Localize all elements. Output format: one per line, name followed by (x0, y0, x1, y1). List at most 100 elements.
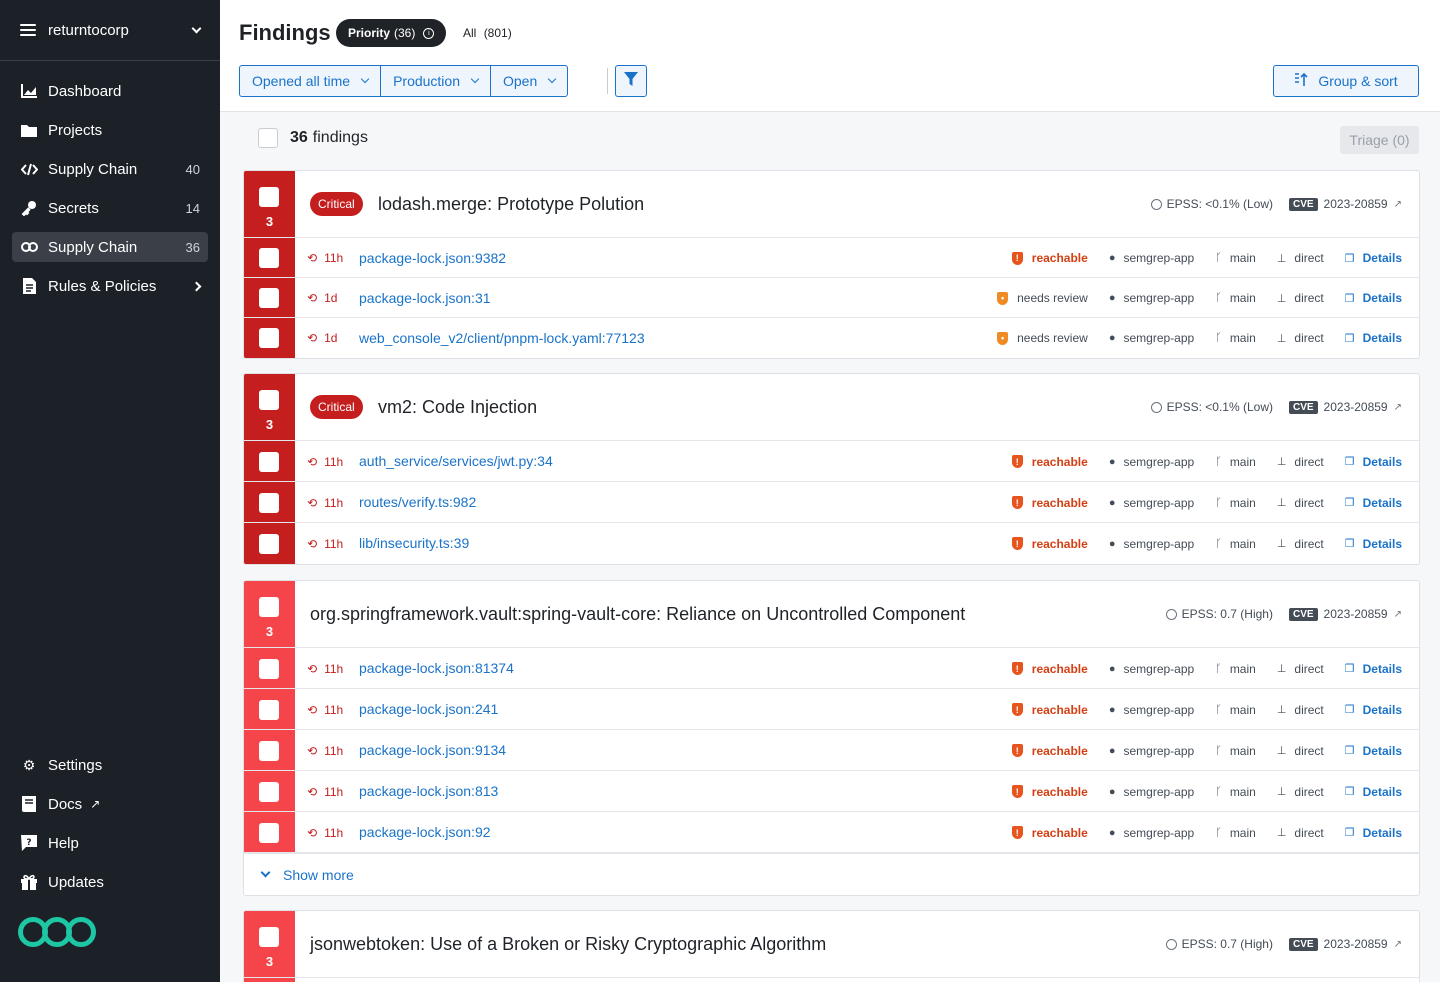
filter-time-dropdown[interactable]: Opened all time (240, 66, 382, 96)
filter-button[interactable] (615, 65, 647, 97)
info-icon[interactable]: i (423, 27, 435, 39)
select-all-checkbox[interactable] (258, 128, 278, 148)
row-checkbox[interactable] (259, 740, 279, 761)
details-label: Details (1362, 454, 1402, 469)
group-sort-button[interactable]: Group & sort (1273, 65, 1419, 97)
file-link[interactable]: routes/verify.ts:982 (359, 494, 476, 510)
finding-title[interactable]: vm2: Code Injection (378, 397, 537, 418)
cve-id[interactable]: 2023-20859 (1324, 197, 1388, 211)
row-checkbox[interactable] (259, 451, 279, 472)
finding-group-header[interactable]: 3 org.springframework.vault:spring-vault-… (244, 581, 1419, 648)
branch-icon: ᚴ (1215, 744, 1222, 757)
finding-row[interactable]: ⟲ 11h package-lock.json:81374 ! reachable … (244, 648, 1419, 689)
filter-status-dropdown[interactable]: Open (491, 66, 567, 96)
age-text: 11h (324, 661, 344, 676)
row-checkbox[interactable] (259, 328, 279, 348)
finding-title[interactable]: org.springframework.vault:spring-vault-c… (310, 604, 965, 625)
external-link-icon[interactable]: ↗ (1394, 939, 1402, 950)
reachability-tag: ! reachable (1011, 744, 1088, 758)
details-link[interactable]: ❐ Details (1345, 291, 1402, 305)
row-checkbox[interactable] (259, 248, 279, 268)
branch-tag: ᚴ main (1215, 662, 1256, 676)
cve-id[interactable]: 2023-20859 (1324, 400, 1388, 414)
details-link[interactable]: ❐ Details (1345, 251, 1402, 265)
org-switcher[interactable]: returntocorp (0, 0, 220, 61)
finding-group-header[interactable]: 3 Critical lodash.merge: Prototype Polutio… (244, 171, 1419, 238)
sidebar-item-dashboard[interactable]: Dashboard (12, 76, 208, 106)
finding-row[interactable]: ⟲ 1d package-lock.json:31 • needs review ●… (244, 278, 1419, 318)
file-link[interactable]: package-lock.json:31 (359, 290, 491, 306)
details-link[interactable]: ❐ Details (1345, 331, 1402, 345)
details-link[interactable]: ❐ Details (1345, 744, 1402, 758)
finding-title[interactable]: lodash.merge: Prototype Polution (378, 194, 644, 215)
file-link[interactable]: package-lock.json:9382 (359, 250, 506, 266)
group-checkbox[interactable] (259, 597, 279, 617)
tab-priority[interactable]: Priority (36) i (336, 19, 447, 47)
finding-row[interactable]: ⟲ 11h package-lock.json:92 ! reachable ● se… (244, 812, 1419, 853)
file-link[interactable]: package-lock.json:92 (359, 824, 491, 840)
file-link[interactable]: web_console_v2/client/pnpm-lock.yaml:771… (359, 330, 645, 346)
menu-icon[interactable] (20, 24, 36, 36)
file-link[interactable]: package-lock.json:241 (359, 701, 498, 717)
cve-id[interactable]: 2023-20859 (1324, 937, 1388, 951)
hierarchy-icon: ⊥ (1276, 827, 1287, 839)
details-link[interactable]: ❐ Details (1345, 662, 1402, 676)
sidebar-item-secrets[interactable]: Secrets 14 (12, 193, 208, 223)
sidebar-item-supply-chain[interactable]: Supply Chain 36 (12, 232, 208, 262)
finding-row[interactable]: ⟲ 11h package-lock.json:813 ! reachable ● s… (244, 771, 1419, 812)
row-checkbox[interactable] (259, 288, 279, 308)
finding-row[interactable]: ⟲ 11h package-lock.json:9134 ! reachable ●… (244, 730, 1419, 771)
row-checkbox[interactable] (259, 533, 279, 554)
row-checkbox[interactable] (259, 781, 279, 802)
finding-title[interactable]: jsonwebtoken: Use of a Broken or Risky C… (310, 934, 826, 955)
finding-row[interactable]: ⟲ 11h package-lock.json:9382 ! reachable ●… (244, 238, 1419, 278)
external-link-icon[interactable]: ↗ (1394, 402, 1402, 413)
history-icon: ⟲ (307, 495, 318, 510)
tab-all[interactable]: All (801) (463, 26, 512, 40)
row-checkbox[interactable] (259, 699, 279, 720)
finding-row[interactable]: ⟲ 11h auth_service/services/jwt.py:34 ! re… (244, 441, 1419, 482)
details-link[interactable]: ❐ Details (1345, 703, 1402, 717)
group-checkbox[interactable] (259, 927, 279, 947)
triage-button[interactable]: Triage (0) (1340, 126, 1419, 154)
row-checkbox[interactable] (259, 658, 279, 679)
github-icon: ● (1108, 662, 1116, 675)
details-link[interactable]: ❐ Details (1345, 537, 1402, 551)
filter-environment-dropdown[interactable]: Production (381, 66, 491, 96)
row-checkbox[interactable] (259, 822, 279, 843)
finding-row[interactable]: ⟲ 11h lib/insecurity.ts:39 ! reachable ● se… (244, 523, 1419, 564)
file-link[interactable]: package-lock.json:81374 (359, 660, 514, 676)
cve-id[interactable]: 2023-20859 (1324, 607, 1388, 621)
finding-group-header[interactable]: 3 Critical vm2: Code Injection EPSS: <0.1%… (244, 374, 1419, 441)
file-link[interactable]: package-lock.json:813 (359, 783, 498, 799)
finding-row[interactable]: ⟲ 11h package-lock.json:241 ! reachable ● s… (244, 689, 1419, 730)
show-more-button[interactable]: Show more (244, 853, 1419, 895)
file-link[interactable]: lib/insecurity.ts:39 (359, 535, 469, 551)
finding-row[interactable]: ⟲ 1d web_console_v2/client/pnpm-lock.yaml… (244, 318, 1419, 358)
finding-group-header[interactable]: 3 jsonwebtoken: Use of a Broken or Risky … (244, 911, 1419, 978)
external-link-icon[interactable]: ↗ (1394, 199, 1402, 210)
sidebar-item-count: 40 (185, 161, 200, 177)
sidebar-item-updates[interactable]: Updates (12, 867, 208, 897)
sidebar-item-docs[interactable]: Docs ↗ (12, 789, 208, 819)
sidebar-item-help[interactable]: ? Help (12, 828, 208, 858)
file-link[interactable]: package-lock.json:9134 (359, 742, 506, 758)
sidebar-item-label: Supply Chain (48, 160, 138, 178)
sidebar-item-projects[interactable]: Projects (12, 115, 208, 145)
details-link[interactable]: ❐ Details (1345, 826, 1402, 840)
group-checkbox[interactable] (259, 187, 279, 207)
sidebar-item-code[interactable]: Supply Chain 40 (12, 154, 208, 184)
row-checkbox[interactable] (259, 492, 279, 513)
details-link[interactable]: ❐ Details (1345, 785, 1402, 799)
sidebar-item-settings[interactable]: ⚙ Settings (12, 750, 208, 780)
sidebar-item-rules-policies[interactable]: Rules & Policies (12, 271, 208, 301)
details-link[interactable]: ❐ Details (1345, 496, 1402, 510)
details-link[interactable]: ❐ Details (1345, 455, 1402, 469)
file-link[interactable]: auth_service/services/jwt.py:34 (359, 453, 553, 469)
group-checkbox[interactable] (259, 390, 279, 410)
filter-bar: Opened all time Production Open (239, 65, 569, 97)
external-link-icon[interactable]: ↗ (1394, 609, 1402, 620)
open-panel-icon: ❐ (1344, 538, 1355, 550)
finding-row[interactable]: ⟲ 11h routes/verify.ts:982 ! reachable ● se… (244, 482, 1419, 523)
cve-badge: CVE (1288, 400, 1318, 414)
